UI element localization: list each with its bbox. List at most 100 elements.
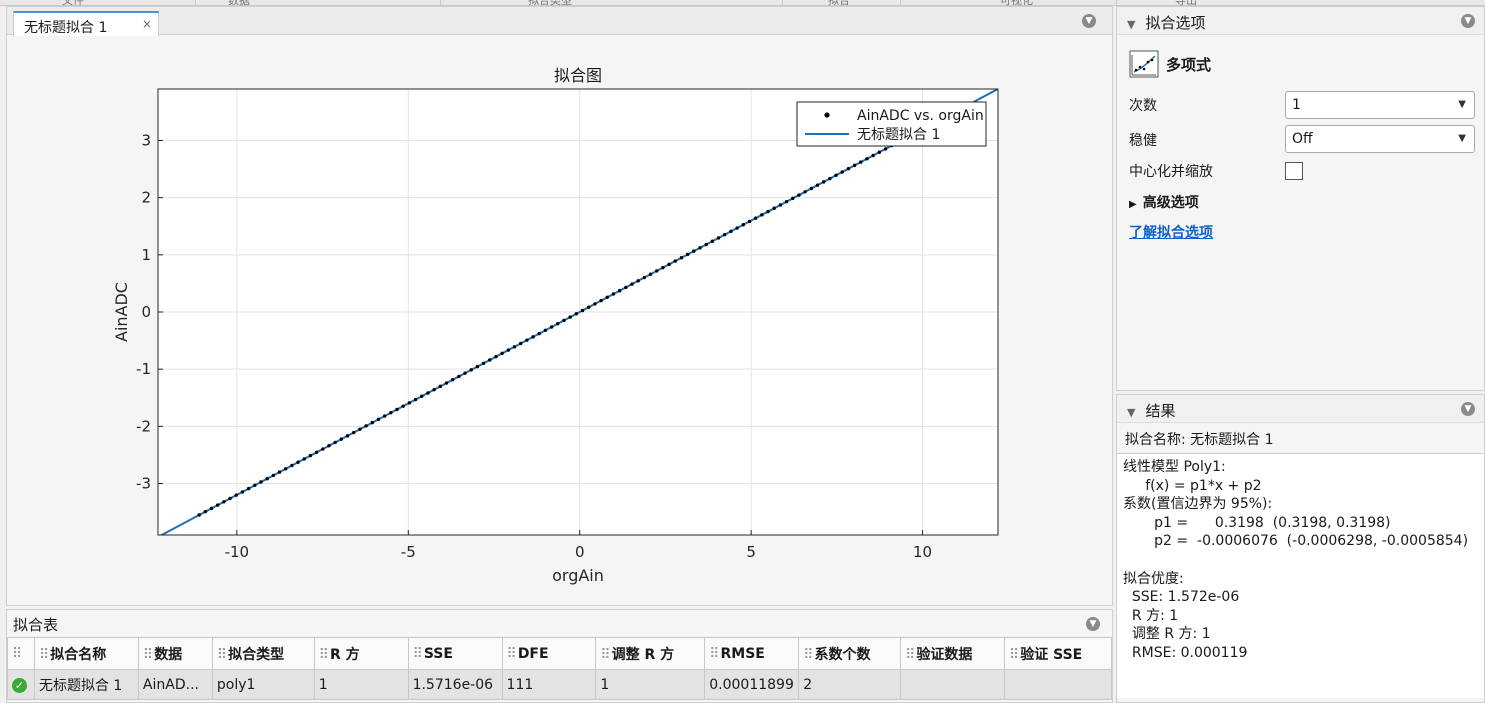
data-point [525,338,529,342]
model-name: 多项式 [1166,55,1212,74]
robust-label: 稳健 [1129,133,1157,149]
table-header-row: ⠿ ⠿ 拟合名称 ⠿ 数据 ⠿ 拟合类型 ⠿ R 方 ⠿ SSE ⠿ DFE ⠿ 调整 R 方… [7,637,1112,670]
data-point [463,371,467,375]
data-point [197,513,201,517]
legend-marker-points [824,112,830,118]
col-validation-sse[interactable]: ⠿ 验证 SSE [1004,637,1112,670]
data-point [444,381,449,385]
robust-select[interactable]: Off ▼ [1285,125,1475,153]
data-point [327,444,331,448]
data-point [450,378,455,382]
col-data[interactable]: ⠿ 数据 [137,637,213,670]
advanced-options-label: 高级选项 [1142,195,1199,211]
results-fit-name: 拟合名称: 无标题拟合 1 [1125,432,1274,448]
data-point [766,209,770,214]
data-point [741,223,746,227]
panel-menu-icon[interactable]: ▼ [1461,14,1475,28]
cell-fit-type[interactable]: poly1 [211,669,315,700]
x-tick-label: 5 [746,543,756,561]
y-axis-label: AinADC [112,282,131,342]
x-axis-label: orgAin [552,566,604,585]
data-point [716,236,721,240]
data-point [877,150,882,154]
data-point [605,295,609,300]
col-adj-r-square[interactable]: ⠿ 调整 R 方 [595,637,706,670]
collapse-icon[interactable]: ▼ [1127,18,1135,31]
data-point [865,157,869,161]
data-point [296,460,300,464]
advanced-options-toggle[interactable]: ▶ 高级选项 [1129,192,1199,212]
model-type: 多项式 [1129,50,1211,78]
fit-table-panel: 拟合表 ▼ ⠿ ⠿ 拟合名称 ⠿ 数据 ⠿ 拟合类型 ⠿ R 方 ⠿ SSE ⠿ DFE ⠿… [6,609,1113,703]
data-point [679,256,684,260]
panel-menu-icon[interactable]: ▼ [1086,617,1100,631]
cell-rmse[interactable]: 0.00011899 [704,669,800,700]
panel-menu-icon[interactable]: ▼ [1082,14,1096,28]
data-point [574,312,579,316]
col-coeff-count[interactable]: ⠿ 系数个数 [798,637,902,670]
cell-data[interactable]: AinAD... [137,669,213,700]
table-row[interactable]: ✓ 无标题拟合 1 AinAD... poly1 1 1.5716e-06 11… [7,669,1112,700]
col-rmse[interactable]: ⠿ RMSE [704,637,800,670]
collapse-icon[interactable]: ▼ [1127,406,1135,419]
fit-table: ⠿ ⠿ 拟合名称 ⠿ 数据 ⠿ 拟合类型 ⠿ R 方 ⠿ SSE ⠿ DFE ⠿ 调整 R 方… [7,637,1112,700]
learn-fit-options-link[interactable]: 了解拟合选项 [1129,222,1213,242]
cell-adj-r-square[interactable]: 1 [595,669,706,700]
panel-menu-icon[interactable]: ▼ [1461,402,1475,416]
data-point [407,401,412,405]
polynomial-icon[interactable] [1129,50,1159,78]
cell-dfe[interactable]: 111 [501,669,597,700]
data-point [253,483,257,487]
close-icon[interactable]: × [142,17,152,31]
col-fit-type[interactable]: ⠿ 拟合类型 [211,637,315,670]
cell-validation-data[interactable] [900,669,1005,700]
data-point [222,500,226,504]
center-scale-label: 中心化并缩放 [1129,164,1213,180]
fit-plot[interactable]: -10 -5 0 5 10-3-2-10123拟合图orgAinAinADCAinADC… [7,36,1112,605]
data-point [413,397,418,402]
data-point [432,387,436,392]
data-point [611,292,616,296]
y-tick-label: 1 [141,246,151,264]
results-header[interactable]: ▼ 结果 [1117,395,1484,423]
fit-document-panel: 无标题拟合 1 × ▼ -10 -5 0 5 10 -3 -2 -1 0 1 2 3 拟合图 orgAin… [6,6,1113,606]
cell-validation-sse[interactable] [1004,669,1112,700]
data-point [859,160,863,164]
y-tick-label: -1 [136,360,151,378]
col-r-square[interactable]: ⠿ R 方 [313,637,409,670]
data-point [667,262,671,267]
data-point [562,318,566,323]
fit-table-title: 拟合表 [13,616,59,634]
data-point [284,467,288,471]
data-point [617,289,622,293]
col-validation-data[interactable]: ⠿ 验证数据 [900,637,1005,670]
legend-label-fit: 无标题拟合 1 [857,127,940,143]
data-point [871,153,875,158]
cell-r-square[interactable]: 1 [313,669,409,700]
cell-sse[interactable]: 1.5716e-06 [407,669,503,700]
col-sse[interactable]: ⠿ SSE [407,637,503,670]
cell-coeff-count[interactable]: 2 [798,669,902,700]
tab-untitled-fit[interactable]: 无标题拟合 1 × [13,11,159,36]
data-point [698,246,702,250]
data-point [760,213,764,217]
fit-options-header[interactable]: ▼ 拟合选项 [1117,7,1484,35]
chevron-down-icon: ▼ [1458,133,1466,144]
data-point [704,242,708,247]
document-tabbar: 无标题拟合 1 × ▼ [7,7,1112,36]
data-point [642,275,647,280]
y-tick-label: -3 [136,475,151,493]
data-point [587,305,591,309]
data-point [537,331,541,336]
degree-select[interactable]: 1 ▼ [1285,91,1475,119]
cell-fit-name[interactable]: 无标题拟合 1 [33,669,139,700]
col-dfe[interactable]: ⠿ DFE [501,637,597,670]
data-point [673,259,677,263]
col-fit-name[interactable]: ⠿ 拟合名称 [33,637,139,670]
data-point [494,354,498,359]
center-scale-checkbox[interactable] [1285,162,1303,180]
data-point [389,411,393,415]
data-point [834,173,838,177]
col-status[interactable]: ⠿ [7,637,35,670]
data-point [228,496,232,501]
